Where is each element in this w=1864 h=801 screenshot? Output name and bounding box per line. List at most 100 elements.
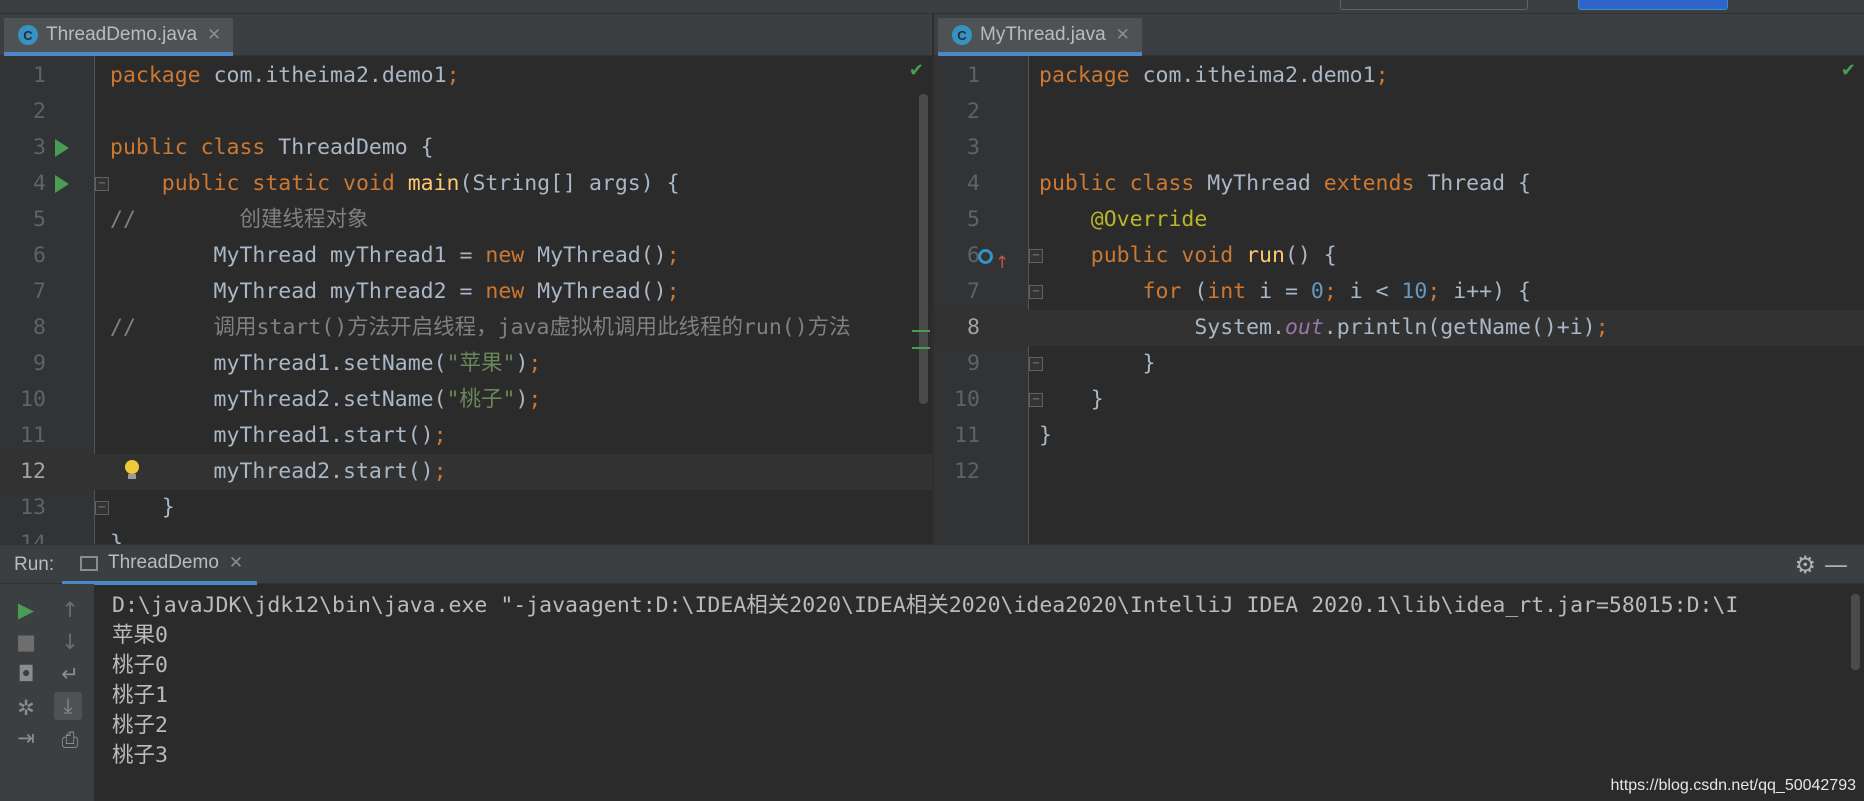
code-line: 1 package com.itheima2.demo1; (0, 58, 932, 94)
code-token: main (407, 171, 460, 196)
run-config-selector[interactable] (1340, 0, 1528, 10)
code-token: } (1039, 351, 1156, 376)
code-line: 6 MyThread myThread1 = new MyThread(); (0, 238, 932, 274)
scroll-to-end-icon[interactable]: ⤓ (54, 692, 82, 720)
code-area-left[interactable]: 1 package com.itheima2.demo1; 2 3 public cla… (0, 56, 932, 544)
console-line: 桃子3 (112, 743, 168, 768)
change-marker (912, 347, 930, 349)
code-line: 5 @Override (934, 202, 1864, 238)
rerun-icon[interactable]: ▶ (12, 596, 40, 624)
change-marker (912, 330, 930, 332)
tab-threaddemo-java[interactable]: C ThreadDemo.java ✕ (4, 18, 234, 56)
fold-marker-icon[interactable]: − (95, 177, 109, 191)
code-token: ; (1323, 279, 1350, 304)
gear-icon[interactable]: ⚙ (1794, 551, 1816, 579)
editor-scrollbar[interactable] (919, 94, 928, 404)
down-arrow-icon[interactable]: ↓ (56, 628, 84, 656)
console-scrollbar[interactable] (1851, 594, 1860, 670)
code-token: 0 (1310, 279, 1324, 304)
line-number: 2 (967, 99, 980, 124)
line-number: 11 (954, 423, 980, 448)
line-text: // 调用start()方法开启线程，java虚拟机调用此线程的run()方法 (110, 310, 851, 346)
code-token: ThreadDemo { (278, 135, 434, 160)
code-token: ) (515, 351, 529, 376)
line-text: for (int i = 0; i < 10; i++) { (1039, 274, 1531, 310)
fold-marker-icon[interactable]: − (95, 501, 109, 515)
code-token: public class (110, 135, 279, 160)
line-number: 14 (20, 531, 46, 544)
code-token: ; (666, 243, 680, 268)
code-token: ; (528, 351, 542, 376)
console-output[interactable]: D:\javaJDK\jdk12\bin\java.exe "-javaagen… (94, 584, 1864, 801)
line-number: 1 (33, 63, 46, 88)
run-label: Run: (14, 554, 55, 575)
code-token: public void (1039, 243, 1247, 268)
code-token: myThread2.setName( (110, 387, 447, 412)
stop-icon[interactable]: ■ (12, 628, 40, 656)
code-line: 3 (934, 130, 1864, 166)
fold-marker-icon[interactable]: − (1029, 249, 1043, 263)
fold-marker-icon[interactable]: − (1029, 393, 1043, 407)
code-line: 3 public class ThreadDemo { (0, 130, 932, 166)
editor-pane-right: C MyThread.java ✕ 1 package com.itheima2.… (934, 14, 1864, 544)
code-token: package (110, 63, 214, 88)
tab-mythread-java[interactable]: C MyThread.java ✕ (938, 18, 1142, 56)
code-token: int (1207, 279, 1260, 304)
code-line: 4 public class MyThread extends Thread { (934, 166, 1864, 202)
settings-bug-icon[interactable]: ✲ (12, 694, 40, 722)
code-token: // 创建线程对象 (110, 207, 369, 232)
line-number: 2 (33, 99, 46, 124)
minimize-icon[interactable]: — (1824, 551, 1848, 579)
code-token: .println(getName()+i) (1323, 315, 1596, 340)
code-token: myThread1.setName( (110, 351, 447, 376)
code-token: System. (1039, 315, 1285, 340)
code-token: new (485, 243, 538, 268)
console-icon (80, 555, 98, 571)
code-area-right[interactable]: 1 package com.itheima2.demo1; 2 3 4 public cl… (934, 56, 1864, 544)
line-number: 7 (33, 279, 46, 304)
code-token: } (110, 495, 175, 520)
code-line: 13 } − (0, 490, 932, 526)
close-icon[interactable]: ✕ (229, 553, 243, 573)
run-tab-threaddemo[interactable]: ThreadDemo ✕ (62, 545, 258, 585)
code-token: () { (1284, 243, 1337, 268)
code-token: MyThread myThread1 = (110, 243, 486, 268)
up-arrow-icon[interactable]: ↑ (56, 596, 84, 624)
code-token: 10 (1401, 279, 1428, 304)
soft-wrap-icon[interactable]: ↵ (56, 660, 84, 688)
run-arrow-icon[interactable] (55, 175, 69, 193)
tab-label: MyThread.java (980, 24, 1106, 45)
fold-marker-icon[interactable]: − (1029, 285, 1043, 299)
camera-icon[interactable]: ◘ (12, 660, 40, 688)
run-arrow-icon[interactable] (55, 139, 69, 157)
code-token: i++) { (1453, 279, 1531, 304)
line-text: myThread1.start(); (110, 418, 447, 454)
run-header: Run: ThreadDemo ✕ ⚙ — (0, 544, 1864, 585)
line-text: package com.itheima2.demo1; (1039, 58, 1389, 94)
fold-marker-icon[interactable]: − (1029, 357, 1043, 371)
code-line: 11 myThread1.start(); (0, 418, 932, 454)
inspection-ok-icon: ✔ (1840, 60, 1856, 81)
line-number: 6 (33, 243, 46, 268)
line-text: } (1039, 346, 1156, 382)
code-token: ; (1595, 315, 1609, 340)
exit-icon[interactable]: ⇥ (12, 724, 40, 752)
lightbulb-icon[interactable] (123, 460, 141, 480)
close-icon[interactable]: ✕ (1116, 25, 1130, 45)
code-line: 10 myThread2.setName("桃子"); (0, 382, 932, 418)
code-token: i < (1349, 279, 1402, 304)
override-method-icon[interactable]: ↑ (978, 247, 1009, 273)
code-line: 7 for (int i = 0; i < 10; i++) {− (934, 274, 1864, 310)
code-token: } (1039, 423, 1052, 448)
print-icon[interactable]: ⎙ (56, 726, 84, 754)
code-token: i = (1259, 279, 1311, 304)
line-number: 1 (967, 63, 980, 88)
line-number: 4 (33, 171, 46, 196)
line-number: 3 (967, 135, 980, 160)
java-class-icon: C (18, 25, 38, 45)
line-number: 12 (954, 459, 980, 484)
code-token: (String[] args) { (459, 171, 680, 196)
close-icon[interactable]: ✕ (207, 25, 221, 45)
line-text: public static void main(String[] args) { (110, 166, 680, 202)
search-box[interactable] (1578, 0, 1728, 10)
